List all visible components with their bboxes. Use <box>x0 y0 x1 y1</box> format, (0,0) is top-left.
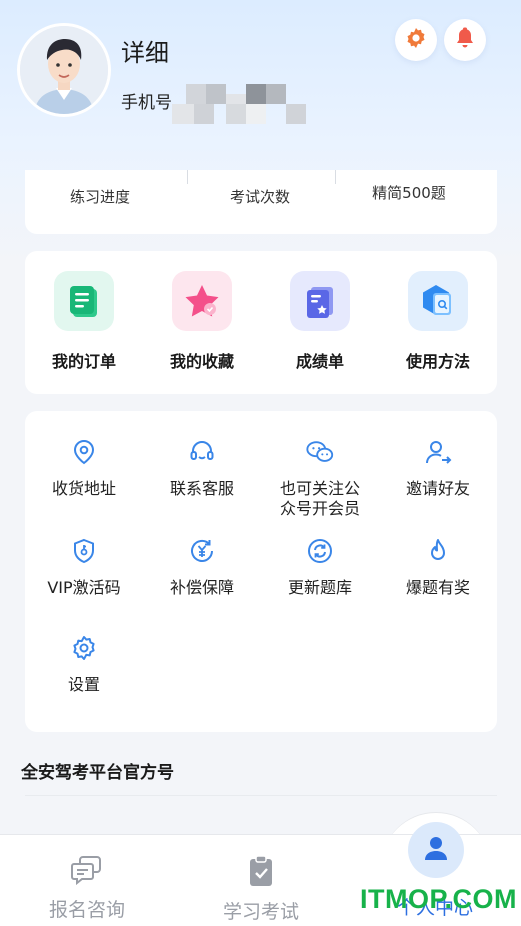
notification-bell-icon <box>453 26 477 54</box>
report-card-icon <box>290 271 350 331</box>
tab-personal-center[interactable] <box>408 822 464 878</box>
update-question-bank-label: 更新题库 <box>287 578 352 597</box>
notification-button[interactable] <box>444 19 486 61</box>
vip-code-label: VIP激活码 <box>47 578 121 597</box>
hot-questions-reward-button[interactable]: 爆题有奖 <box>379 536 497 598</box>
user-icon <box>422 834 450 866</box>
headset-icon <box>187 437 217 467</box>
customer-service-label: 联系客服 <box>169 479 234 498</box>
divider <box>187 170 188 184</box>
official-account-section-title: 全安驾考平台官方号 <box>21 763 174 783</box>
tab-study-exam[interactable]: 学习考试 <box>196 855 326 924</box>
invite-friends-button[interactable]: 邀请好友 <box>379 437 497 499</box>
tab-registration-consult-label: 报名咨询 <box>48 899 125 921</box>
invite-user-icon <box>423 437 453 467</box>
my-orders-label: 我的订单 <box>51 352 116 371</box>
report-card-label: 成绩单 <box>295 352 344 371</box>
hot-questions-reward-label: 爆题有奖 <box>405 578 470 597</box>
usage-guide-button[interactable]: 使用方法 <box>383 271 493 372</box>
quick-actions-card: 我的订单 我的收藏 成绩单 使用方法 <box>25 251 497 394</box>
my-orders-button[interactable]: 我的订单 <box>29 271 139 372</box>
shipping-address-button[interactable]: 收货地址 <box>25 437 143 499</box>
watermark: ITMOP.COM <box>360 884 518 914</box>
follow-official-account-button[interactable]: 也可关注公 众号开会员 <box>261 437 379 519</box>
settings-button[interactable] <box>395 19 437 61</box>
wechat-icon <box>305 437 335 467</box>
shipping-address-label: 收货地址 <box>51 479 116 498</box>
compensation-button[interactable]: 补偿保障 <box>143 536 261 598</box>
tab-study-exam-label: 学习考试 <box>222 901 299 923</box>
invite-friends-label: 邀请好友 <box>405 479 470 498</box>
settings-menu-button[interactable]: 设置 <box>25 633 143 695</box>
settings-gear-icon <box>404 26 428 54</box>
settings-menu-label: 设置 <box>67 675 100 694</box>
services-card: 收货地址 联系客服 也可关注公 众号开会员 邀请好友 VIP激活码 补偿保障 更… <box>25 411 497 732</box>
usage-guide-icon <box>408 271 468 331</box>
phone-label: 手机号 <box>121 93 172 113</box>
chat-icon <box>22 855 152 889</box>
label-line-1: 也可关注公 <box>279 479 360 498</box>
my-favorites-label: 我的收藏 <box>169 352 234 371</box>
user-name: 详细 <box>121 39 169 67</box>
stats-card: 练习进度 考试次数 精简500题 <box>25 170 497 234</box>
yen-refresh-icon <box>187 536 217 566</box>
stat-500-questions[interactable]: 精简500题 <box>334 182 484 203</box>
shield-key-icon <box>69 536 99 566</box>
stat-practice-progress[interactable]: 练习进度 <box>25 186 175 207</box>
follow-official-account-label: 也可关注公 众号开会员 <box>261 479 379 519</box>
customer-service-button[interactable]: 联系客服 <box>143 437 261 499</box>
update-question-bank-button[interactable]: 更新题库 <box>261 536 379 598</box>
report-card-button[interactable]: 成绩单 <box>265 271 375 372</box>
gear-icon <box>69 633 99 663</box>
avatar[interactable] <box>20 26 108 114</box>
label-line-2: 众号开会员 <box>279 499 360 518</box>
flame-icon <box>423 536 453 566</box>
divider <box>25 795 497 796</box>
clipboard-icon <box>196 855 326 891</box>
vip-code-button[interactable]: VIP激活码 <box>25 536 143 598</box>
compensation-label: 补偿保障 <box>169 578 234 597</box>
favorite-star-icon <box>172 271 232 331</box>
masked-phone-number <box>172 82 308 124</box>
usage-guide-label: 使用方法 <box>405 352 470 371</box>
my-favorites-button[interactable]: 我的收藏 <box>147 271 257 372</box>
stat-exam-count[interactable]: 考试次数 <box>185 186 335 207</box>
location-pin-icon <box>69 437 99 467</box>
tab-registration-consult[interactable]: 报名咨询 <box>22 855 152 922</box>
refresh-icon <box>305 536 335 566</box>
order-icon <box>54 271 114 331</box>
